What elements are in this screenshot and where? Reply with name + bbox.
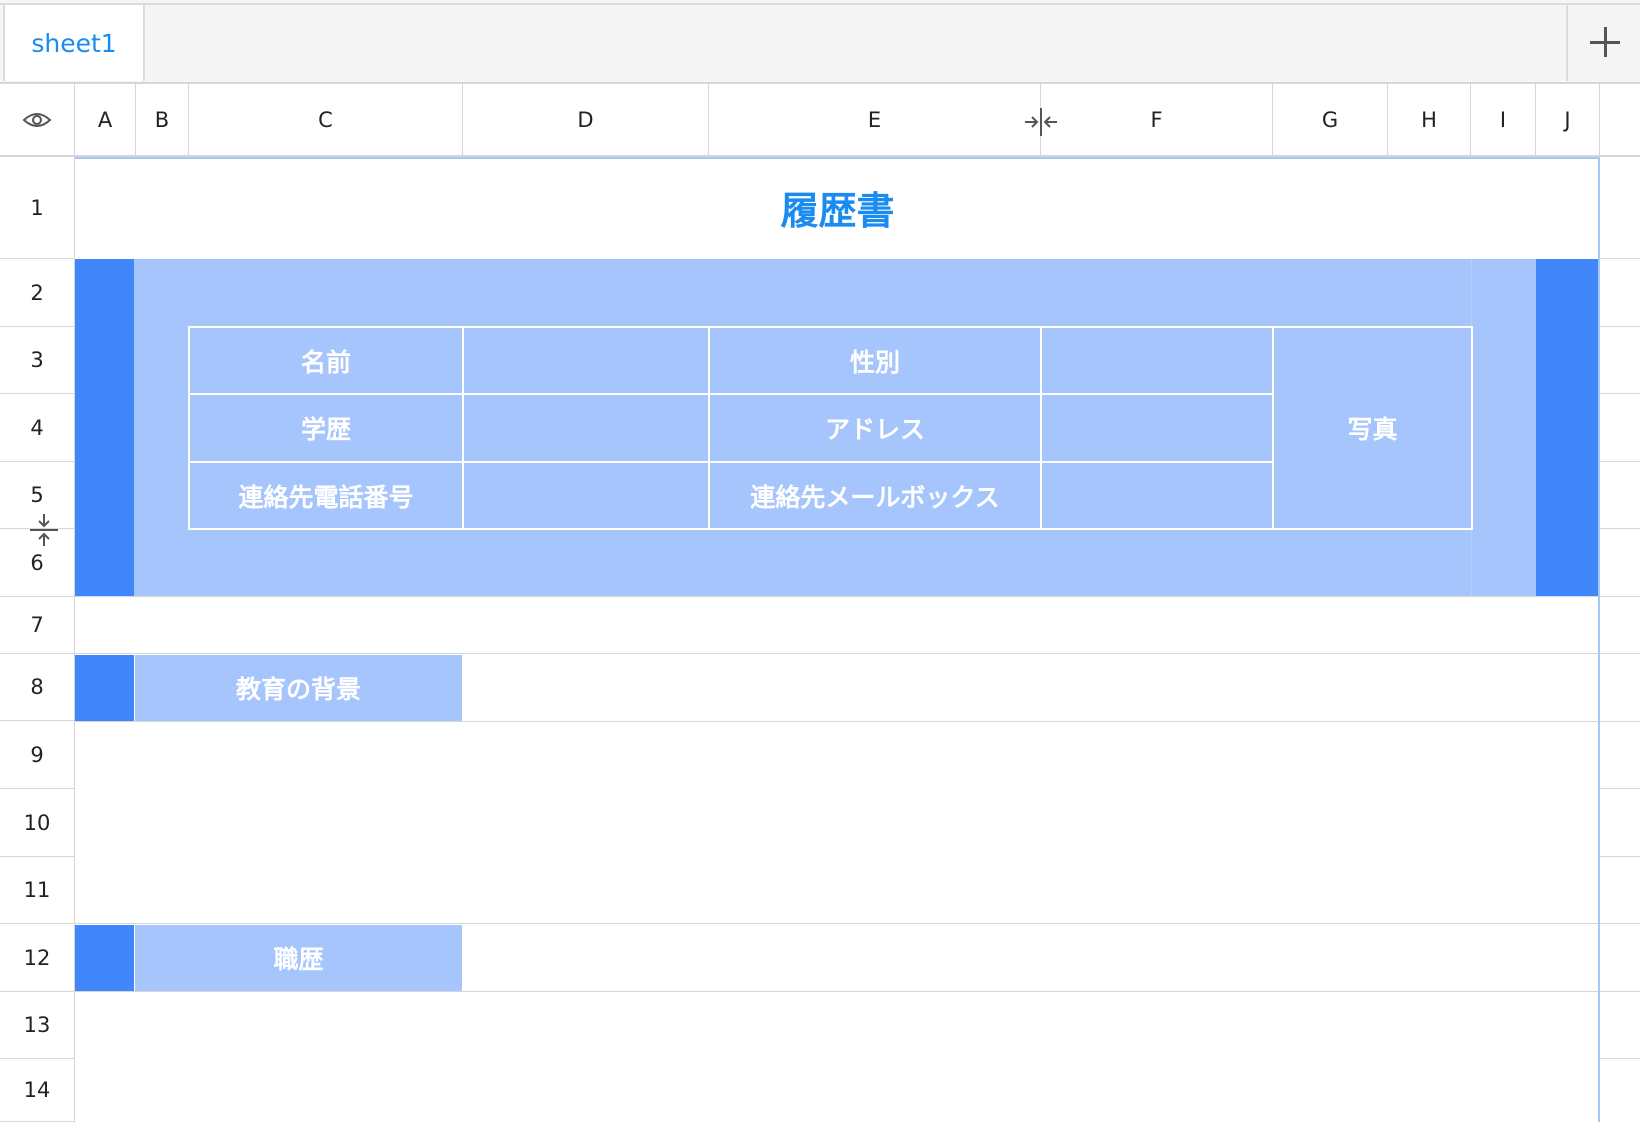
email-label-cell[interactable]: 連絡先メールボックス: [708, 461, 1042, 530]
row-header-14[interactable]: 14: [0, 1059, 74, 1122]
career-section-header[interactable]: 職歴: [135, 925, 462, 991]
education-section-header[interactable]: 教育の背景: [135, 655, 462, 721]
grid-line: [1600, 528, 1640, 529]
grid-line: [1600, 258, 1640, 259]
education-label-cell[interactable]: 学歴: [188, 393, 464, 463]
education-section-marker: [75, 655, 134, 721]
accent-bar-left: [75, 259, 134, 596]
grid-line: [75, 923, 1640, 924]
row-header-11[interactable]: 11: [0, 857, 74, 924]
column-header-a[interactable]: A: [75, 84, 136, 155]
row-header-9[interactable]: 9: [0, 721, 74, 789]
column-resize-icon: [1025, 108, 1057, 136]
photo-cell[interactable]: 写真: [1272, 326, 1473, 530]
grid-line: [1600, 461, 1640, 462]
row-header-8[interactable]: 8: [0, 654, 74, 721]
grid-line: [1600, 1058, 1640, 1059]
column-header-j[interactable]: J: [1536, 84, 1600, 155]
gender-value-cell[interactable]: [1040, 326, 1274, 395]
grid-line: [75, 991, 1640, 992]
gender-label-cell[interactable]: 性別: [708, 326, 1042, 395]
row-header-2[interactable]: 2: [0, 259, 74, 327]
column-header-f[interactable]: F: [1041, 84, 1273, 155]
row-header-10[interactable]: 10: [0, 789, 74, 857]
column-header-c[interactable]: C: [189, 84, 463, 155]
row-header-12[interactable]: 12: [0, 924, 74, 992]
row-header-1[interactable]: 1: [0, 157, 74, 259]
grid-line: [75, 653, 1640, 654]
column-header-e[interactable]: E: [709, 84, 1041, 155]
column-header-i[interactable]: I: [1471, 84, 1536, 155]
row-header-13[interactable]: 13: [0, 992, 74, 1059]
tab-bar-rule: [0, 3, 1640, 5]
education-value-cell[interactable]: [462, 393, 710, 463]
resume-title[interactable]: 履歴書: [75, 157, 1600, 258]
eye-icon: [22, 112, 52, 127]
grid-line: [75, 596, 1640, 597]
tab-sheet1[interactable]: sheet1: [3, 3, 145, 81]
row-header-3[interactable]: 3: [0, 327, 74, 394]
row-resize-handle[interactable]: [28, 512, 60, 548]
column-resize-handle[interactable]: [1023, 106, 1059, 138]
row-header-7[interactable]: 7: [0, 597, 74, 654]
row-header-bar: 1 2 3 4 5 6 7 8 9 10 11 12 13 14: [0, 157, 75, 1122]
column-header-bar: A B C D E F G H I J: [0, 84, 1640, 157]
grid-line: [1600, 788, 1640, 789]
email-value-cell[interactable]: [1040, 461, 1274, 530]
column-header-b[interactable]: B: [136, 84, 189, 155]
add-sheet-button[interactable]: [1566, 3, 1640, 81]
sheet-tab-bar: sheet1: [0, 0, 1640, 84]
career-section-marker: [75, 925, 134, 991]
address-value-cell[interactable]: [1040, 393, 1274, 463]
phone-label-cell[interactable]: 連絡先電話番号: [188, 461, 464, 530]
column-header-h[interactable]: H: [1388, 84, 1471, 155]
grid-line: [75, 721, 1640, 722]
selection-right-border: [1598, 157, 1600, 1122]
name-label-cell[interactable]: 名前: [188, 326, 464, 395]
plus-icon-vertical: [1603, 27, 1607, 57]
phone-value-cell[interactable]: [462, 461, 710, 530]
column-header-g[interactable]: G: [1273, 84, 1388, 155]
grid-line: [1600, 856, 1640, 857]
row-resize-icon: [30, 514, 58, 546]
accent-bar-right: [1536, 259, 1600, 596]
grid-line: [1600, 326, 1640, 327]
grid-line: [1600, 393, 1640, 394]
sheet-grid[interactable]: 履歴書 名前 性別 学歴 アドレス 連絡先電話番号 連絡先メールボックス 写真 …: [75, 157, 1640, 1122]
address-label-cell[interactable]: アドレス: [708, 393, 1042, 463]
column-header-d[interactable]: D: [463, 84, 709, 155]
row-header-4[interactable]: 4: [0, 394, 74, 462]
visibility-toggle[interactable]: [0, 84, 75, 155]
name-value-cell[interactable]: [462, 326, 710, 395]
